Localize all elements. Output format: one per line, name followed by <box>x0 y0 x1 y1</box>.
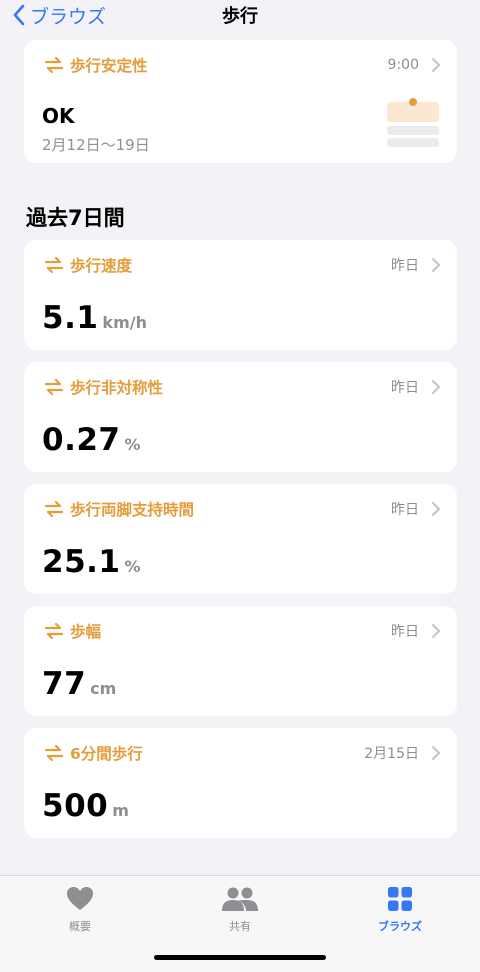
section-title: 過去7日間 <box>26 206 125 230</box>
card-title: 歩行両脚支持時間 <box>70 501 195 519</box>
tab-sharing[interactable]: 共有 <box>180 886 300 934</box>
walking-speed-card[interactable]: 歩行速度 昨日 5.1 km/h <box>24 240 457 350</box>
card-title: 歩行非対称性 <box>70 379 164 397</box>
card-date: 昨日 <box>391 380 419 396</box>
card-title: 歩幅 <box>70 623 102 641</box>
metric-unit: % <box>124 557 141 576</box>
walking-asymmetry-card[interactable]: 歩行非対称性 昨日 0.27 % <box>24 362 457 472</box>
card-title: 6分間歩行 <box>70 745 143 763</box>
card-header: 歩幅 昨日 <box>44 620 441 642</box>
value-row: 25.1 % <box>42 544 141 580</box>
chevron-right-icon <box>432 58 440 72</box>
page-title: 歩行 <box>222 6 258 27</box>
people-icon <box>222 887 258 911</box>
walking-category-icon <box>44 56 64 74</box>
chevron-right-icon <box>432 502 440 516</box>
stability-status: OK <box>42 104 75 128</box>
stability-dates: 2月12日〜19日 <box>42 136 150 154</box>
six-minute-walk-card[interactable]: 6分間歩行 2月15日 500 m <box>24 728 457 838</box>
tab-label: 概要 <box>69 920 91 933</box>
walking-stability-card[interactable]: 歩行安定性 9:00 OK 2月12日〜19日 <box>24 40 457 163</box>
metric-unit: m <box>112 801 129 820</box>
step-length-card[interactable]: 歩幅 昨日 77 cm <box>24 606 457 716</box>
walking-category-icon <box>44 378 64 396</box>
card-header: 歩行非対称性 昨日 <box>44 376 441 398</box>
walking-category-icon <box>44 256 64 274</box>
double-support-time-card[interactable]: 歩行両脚支持時間 昨日 25.1 % <box>24 484 457 594</box>
card-title: 歩行速度 <box>70 257 133 275</box>
heart-icon <box>67 887 93 910</box>
tab-label: 共有 <box>229 920 251 933</box>
card-date: 昨日 <box>391 624 419 640</box>
card-header: 6分間歩行 2月15日 <box>44 742 441 764</box>
tab-label: ブラウズ <box>378 920 422 933</box>
grid-icon <box>388 887 412 911</box>
card-header: 歩行安定性 9:00 <box>44 54 441 76</box>
walking-category-icon <box>44 500 64 518</box>
walking-category-icon <box>44 622 64 640</box>
card-title: 歩行安定性 <box>70 57 148 75</box>
value-row: 0.27 % <box>42 422 141 458</box>
metric-value: 25.1 <box>42 544 121 580</box>
card-header: 歩行両脚支持時間 昨日 <box>44 498 441 520</box>
chevron-right-icon <box>432 746 440 760</box>
value-row: 77 cm <box>42 666 116 702</box>
metric-unit: % <box>124 435 141 454</box>
tab-browse[interactable]: ブラウズ <box>340 886 460 934</box>
value-row: 5.1 km/h <box>42 300 147 336</box>
metric-value: 5.1 <box>42 300 99 336</box>
chevron-right-icon <box>432 380 440 394</box>
metric-unit: km/h <box>102 313 147 332</box>
home-indicator <box>154 955 326 960</box>
card-header: 歩行速度 昨日 <box>44 254 441 276</box>
card-date: 2月15日 <box>364 746 419 762</box>
card-date: 昨日 <box>391 258 419 274</box>
value-row: 500 m <box>42 788 129 824</box>
navigation-bar: ブラウズ 歩行 <box>0 0 480 40</box>
metric-value: 77 <box>42 666 87 702</box>
walking-category-icon <box>44 744 64 762</box>
card-date: 昨日 <box>391 502 419 518</box>
metric-value: 500 <box>42 788 109 824</box>
tab-summary[interactable]: 概要 <box>20 886 140 934</box>
metric-value: 0.27 <box>42 422 121 458</box>
card-time: 9:00 <box>387 57 419 73</box>
chevron-right-icon <box>432 258 440 272</box>
metric-unit: cm <box>90 679 117 698</box>
chevron-right-icon <box>432 624 440 638</box>
stability-level-icon <box>387 98 439 147</box>
